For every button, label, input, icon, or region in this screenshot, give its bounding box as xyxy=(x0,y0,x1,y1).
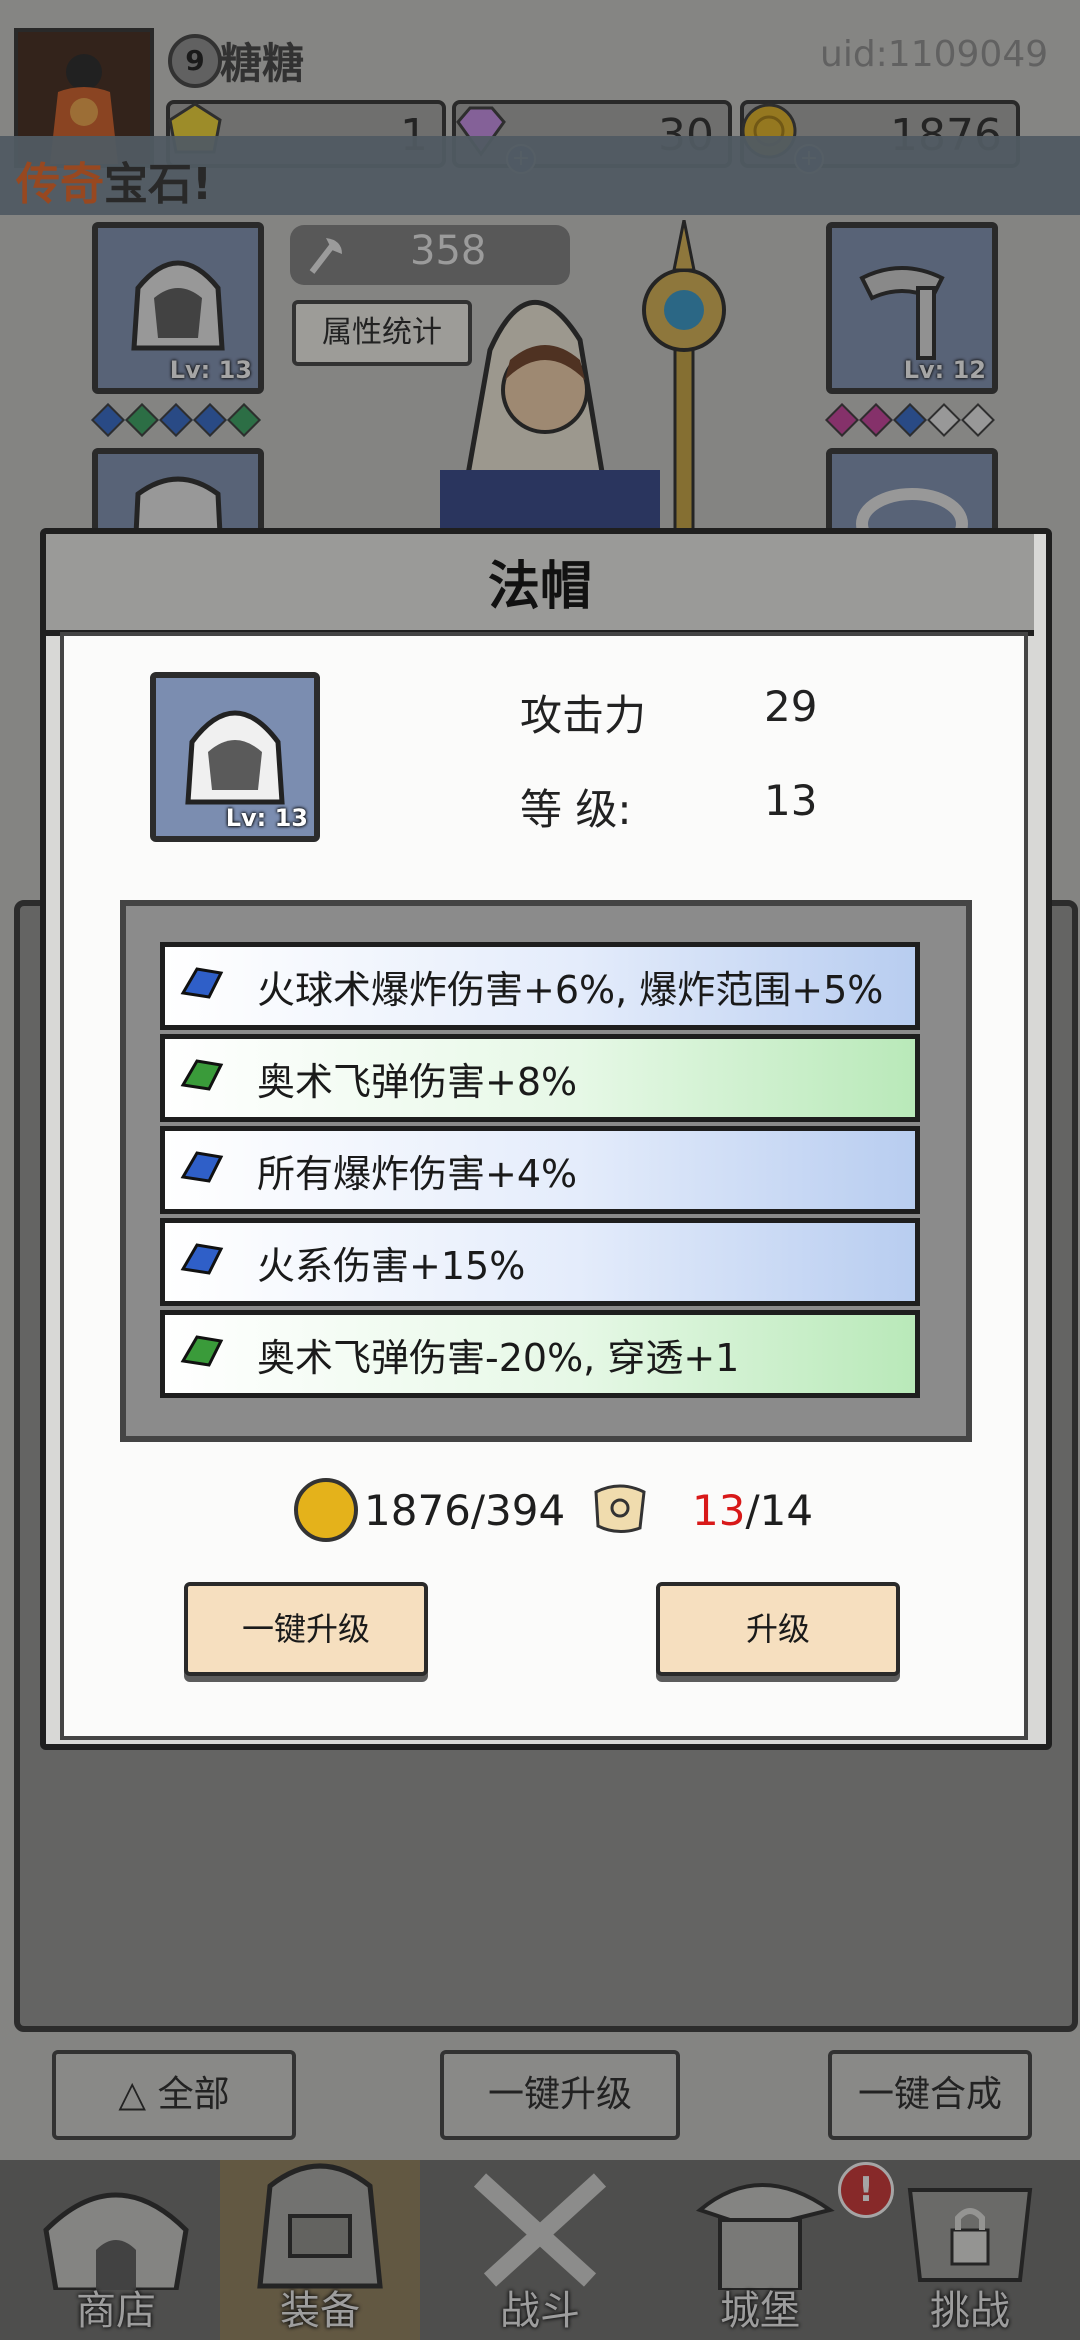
affix-text: 奥术飞弹伤害+8% xyxy=(257,1060,578,1104)
attack-label: 攻击力 xyxy=(520,691,647,740)
affix-text: 奥术飞弹伤害-20%, 穿透+1 xyxy=(257,1336,740,1380)
affix-row: 所有爆炸伤害+4% xyxy=(160,1126,920,1214)
green-gem-icon xyxy=(180,1059,224,1091)
modal-title: 法帽 xyxy=(487,557,592,617)
item-level-badge: Lv: 13 xyxy=(225,804,308,832)
affix-text: 火球术爆炸伤害+6%, 爆炸范围+5% xyxy=(257,968,884,1012)
level-label: 等 级: xyxy=(520,785,632,834)
affix-row: 火系伤害+15% xyxy=(160,1218,920,1306)
scroll-owned: 13 xyxy=(692,1486,746,1535)
blue-gem-icon xyxy=(180,967,224,999)
gold-coin-icon xyxy=(294,1478,358,1542)
scroll-icon xyxy=(594,1484,646,1533)
blue-gem-icon xyxy=(180,1151,224,1183)
one-click-upgrade-button[interactable]: 一键升级 xyxy=(184,1582,428,1676)
scroll-cost: 13/14 xyxy=(692,1486,813,1535)
affix-row: 奥术飞弹伤害-20%, 穿透+1 xyxy=(160,1310,920,1398)
item-icon: Lv: 13 xyxy=(150,672,320,842)
green-gem-icon xyxy=(180,1335,224,1367)
level-value: 13 xyxy=(764,776,818,825)
scroll-required: /14 xyxy=(745,1486,814,1535)
affix-text: 所有爆炸伤害+4% xyxy=(257,1152,578,1196)
upgrade-button[interactable]: 升级 xyxy=(656,1582,900,1676)
blue-gem-icon xyxy=(180,1243,224,1275)
coin-cost: 1876/394 xyxy=(364,1486,566,1535)
affix-row: 火球术爆炸伤害+6%, 爆炸范围+5% xyxy=(160,942,920,1030)
affix-text: 火系伤害+15% xyxy=(257,1244,526,1288)
affix-row: 奥术飞弹伤害+8% xyxy=(160,1034,920,1122)
attack-value: 29 xyxy=(764,682,818,731)
